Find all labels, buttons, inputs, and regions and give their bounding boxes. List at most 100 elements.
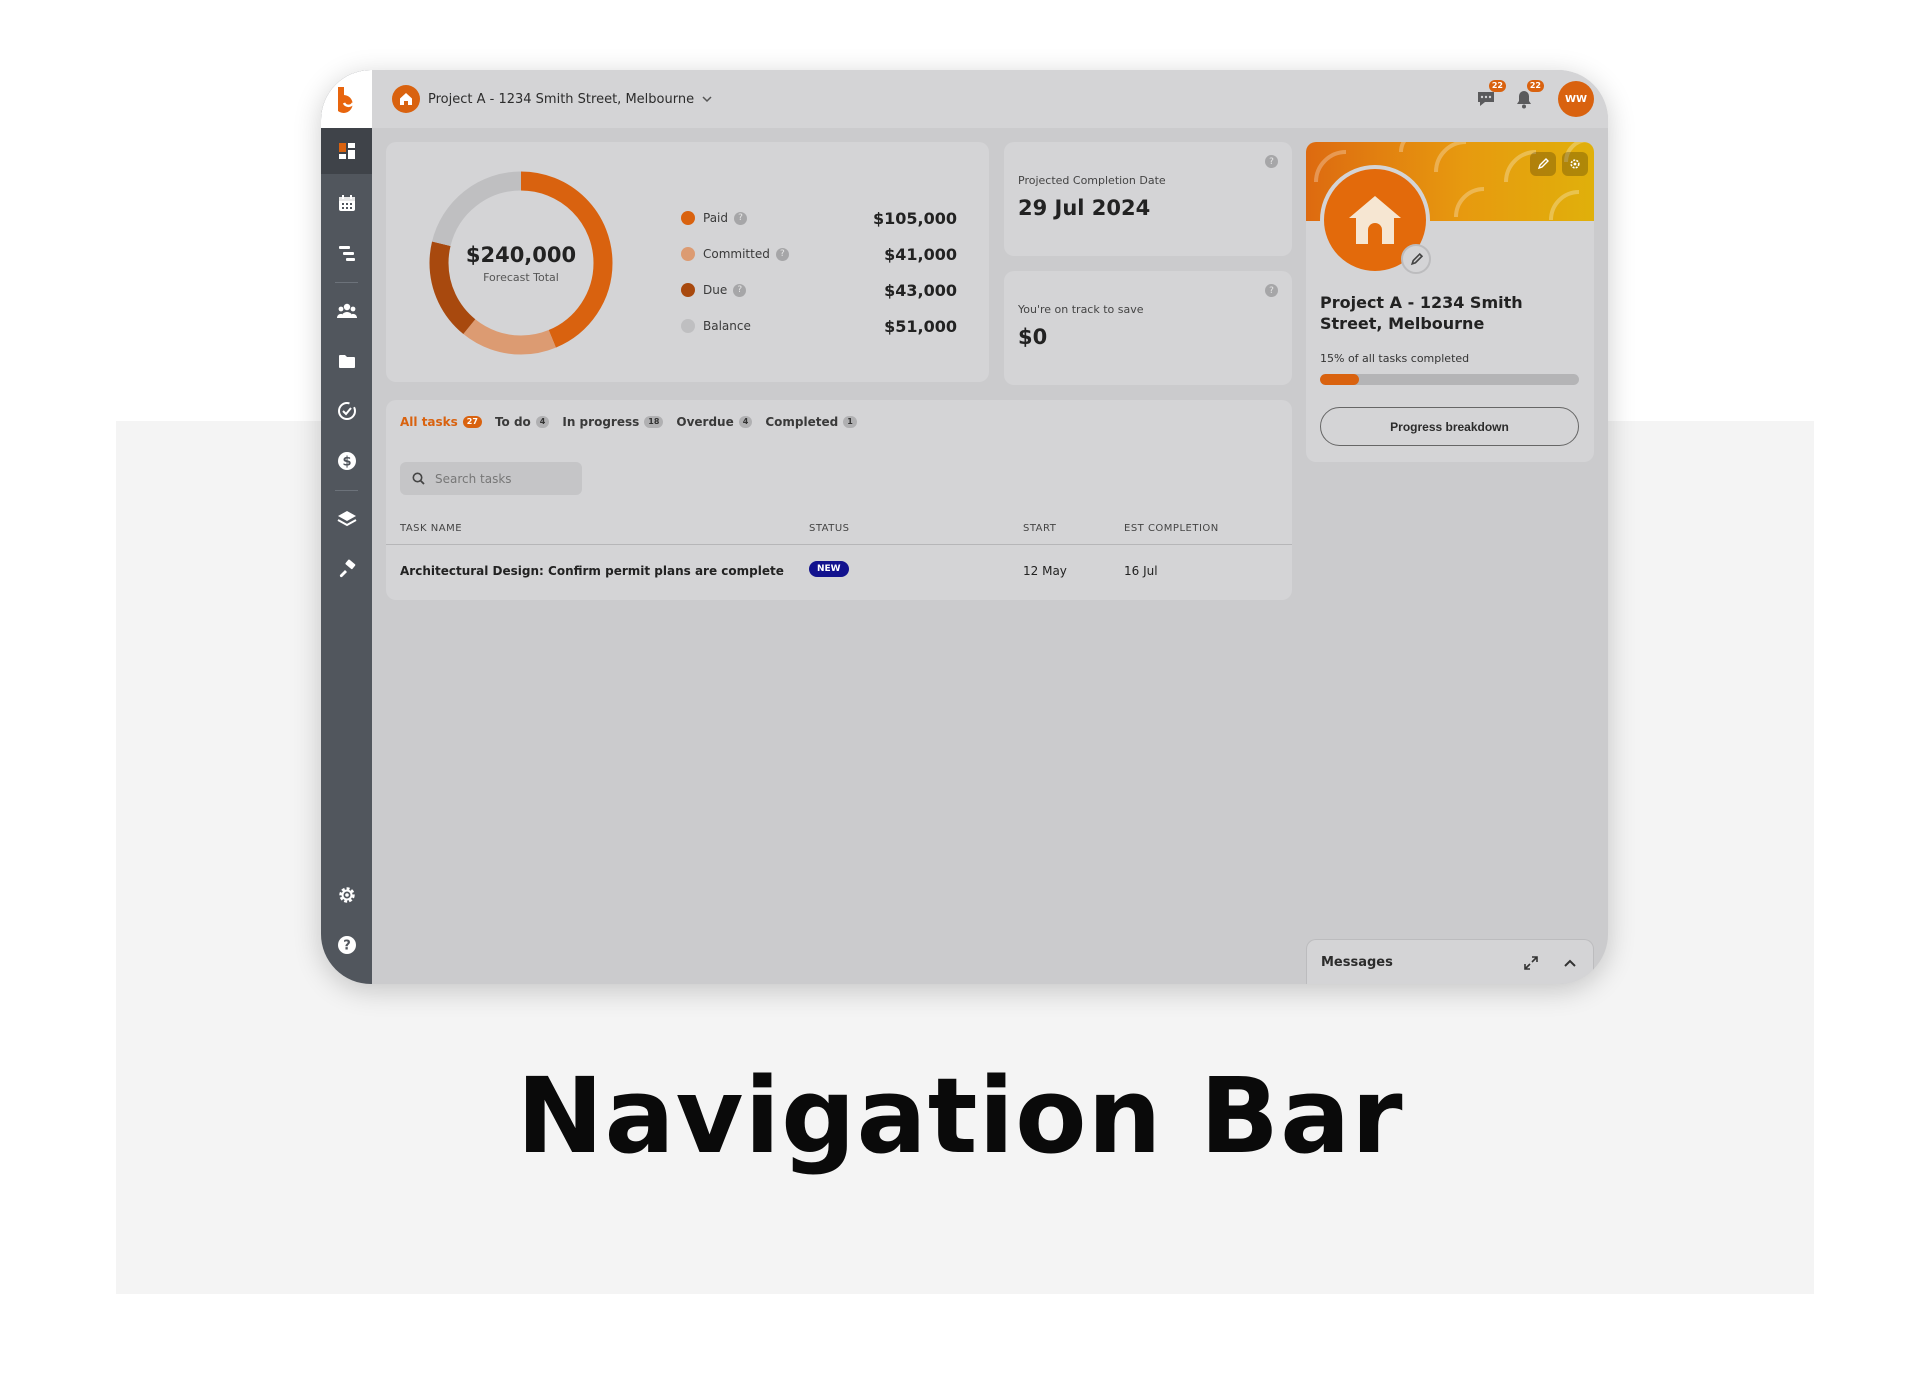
chevron-up-icon — [1564, 959, 1576, 967]
sidebar-divider — [335, 282, 358, 283]
collapse-messages-button[interactable] — [1559, 952, 1581, 974]
task-tabs: All tasks 27 To do 4 In progress 18 Overdue 4 Co… — [400, 415, 857, 429]
app-screenshot-frame: $ ? Project A - 1234 Smith Street, Melbo… — [321, 70, 1608, 984]
legend-row: Due? $43,000 — [681, 272, 957, 308]
task-progress-bar — [1320, 374, 1579, 385]
savings-card: ? You're on track to save $0 — [1004, 271, 1292, 385]
expand-messages-button[interactable] — [1520, 952, 1542, 974]
sidebar-item-dashboard[interactable] — [321, 128, 372, 174]
svg-text:?: ? — [343, 939, 351, 954]
layers-icon — [337, 511, 356, 527]
progress-breakdown-button[interactable]: Progress breakdown — [1320, 407, 1579, 446]
legend-swatch — [681, 283, 695, 297]
calendar-icon — [338, 195, 355, 211]
gantt-icon — [338, 246, 355, 261]
sidebar-item-schedule[interactable] — [321, 230, 372, 276]
tab-label: To do — [494, 415, 531, 429]
table-divider — [386, 544, 1292, 545]
task-row-completion: 16 Jul — [1124, 564, 1158, 578]
legend-label: Committed — [703, 247, 770, 261]
column-header-status[interactable]: STATUS — [809, 523, 850, 534]
savings-label: You're on track to save — [1018, 303, 1144, 316]
sidebar-item-calendar[interactable] — [321, 180, 372, 226]
help-icon[interactable]: ? — [1265, 155, 1278, 168]
sidebar-item-budget[interactable]: $ — [321, 438, 372, 484]
help-icon[interactable]: ? — [733, 283, 747, 297]
project-card: Project A - 1234 Smith Street, Melbourne… — [1306, 142, 1594, 462]
budget-summary-card: $240,000 Forecast Total Paid? $105,000 Com… — [386, 142, 989, 382]
budget-legend: Paid? $105,000 Committed? $41,000 Due? $43,00… — [681, 200, 957, 344]
legend-label: Due — [703, 283, 728, 297]
messages-count-badge: 22 — [1488, 80, 1506, 92]
tab-label: Completed — [765, 415, 839, 429]
forecast-total-value: $240,000 — [465, 242, 577, 267]
edit-banner-button[interactable] — [1530, 152, 1556, 176]
dashboard-icon — [338, 143, 355, 159]
sidebar-divider — [335, 490, 358, 491]
project-name: Project A - 1234 Smith Street, Melbourne — [1320, 293, 1523, 333]
topbar-actions: 22 22 WW — [1474, 80, 1594, 117]
tab-all-tasks[interactable]: All tasks 27 — [400, 415, 482, 429]
help-icon[interactable]: ? — [734, 211, 748, 225]
legend-row: Committed? $41,000 — [681, 236, 957, 272]
sidebar-item-documents[interactable] — [321, 338, 372, 384]
task-row-name[interactable]: Architectural Design: Confirm permit pla… — [400, 564, 784, 578]
legend-value: $43,000 — [884, 280, 957, 300]
column-header-start[interactable]: START — [1023, 523, 1056, 534]
sidebar-item-settings[interactable] — [321, 872, 372, 918]
legend-swatch — [681, 319, 695, 333]
tab-to-do[interactable]: To do 4 — [494, 415, 550, 429]
column-header-task-name[interactable]: TASK NAME — [400, 523, 462, 534]
search-placeholder: Search tasks — [435, 471, 512, 486]
tasks-card: All tasks 27 To do 4 In progress 18 Overdue 4 Co… — [386, 400, 1292, 600]
sidebar-item-tasks[interactable] — [321, 388, 372, 434]
help-icon[interactable]: ? — [1265, 284, 1278, 297]
page-caption: Navigation Bar — [516, 1055, 1404, 1177]
chat-icon — [1478, 92, 1494, 106]
app-logo[interactable] — [321, 70, 372, 128]
completion-date-value: 29 Jul 2024 — [1018, 196, 1151, 220]
sidebar-item-design[interactable] — [321, 546, 372, 592]
sidebar-item-help[interactable]: ? — [321, 922, 372, 968]
builder-logo-icon — [337, 87, 354, 113]
user-avatar[interactable]: WW — [1558, 81, 1594, 117]
chevron-down-icon — [702, 96, 712, 103]
messages-panel[interactable]: Messages — [1306, 939, 1594, 984]
forecast-total-label: Forecast Total — [483, 270, 559, 284]
column-header-est-completion[interactable]: EST COMPLETION — [1124, 523, 1219, 534]
task-row-start: 12 May — [1023, 564, 1067, 578]
notifications-button[interactable]: 22 — [1512, 80, 1544, 111]
top-bar: Project A - 1234 Smith Street, Melbourne… — [372, 70, 1608, 128]
legend-row: Balance $51,000 — [681, 308, 957, 344]
bell-icon — [1517, 91, 1531, 109]
sidebar-item-selections[interactable] — [321, 496, 372, 542]
tab-in-progress[interactable]: In progress 18 — [562, 415, 664, 429]
tab-overdue[interactable]: Overdue 4 — [676, 415, 753, 429]
task-progress-fill — [1320, 374, 1359, 385]
tab-label: All tasks — [400, 415, 458, 429]
progress-label: 15% of all tasks completed — [1320, 352, 1470, 365]
budget-donut-chart: $240,000 Forecast Total — [420, 162, 622, 364]
search-tasks-input[interactable]: Search tasks — [400, 462, 582, 495]
tab-label: In progress — [562, 415, 640, 429]
project-selector[interactable]: Project A - 1234 Smith Street, Melbourne — [392, 84, 712, 114]
dollar-icon: $ — [337, 452, 356, 470]
settings-icon — [338, 887, 355, 903]
messages-title: Messages — [1321, 955, 1393, 970]
tab-count: 27 — [462, 416, 482, 428]
team-icon — [336, 303, 357, 318]
search-icon — [412, 472, 425, 485]
completion-date-label: Projected Completion Date — [1018, 174, 1166, 187]
help-icon[interactable]: ? — [775, 247, 789, 261]
tab-completed[interactable]: Completed 1 — [765, 415, 857, 429]
sidebar-item-team[interactable] — [321, 288, 372, 334]
folder-icon — [338, 355, 355, 368]
messages-button[interactable]: 22 — [1474, 80, 1506, 111]
help-icon: ? — [337, 936, 356, 954]
completion-date-card: ? Projected Completion Date 29 Jul 2024 — [1004, 142, 1292, 256]
paint-brush-icon — [339, 559, 355, 578]
home-icon — [392, 85, 420, 113]
project-settings-button[interactable] — [1562, 152, 1588, 176]
legend-value: $51,000 — [884, 316, 957, 336]
edit-avatar-button[interactable] — [1401, 244, 1431, 274]
